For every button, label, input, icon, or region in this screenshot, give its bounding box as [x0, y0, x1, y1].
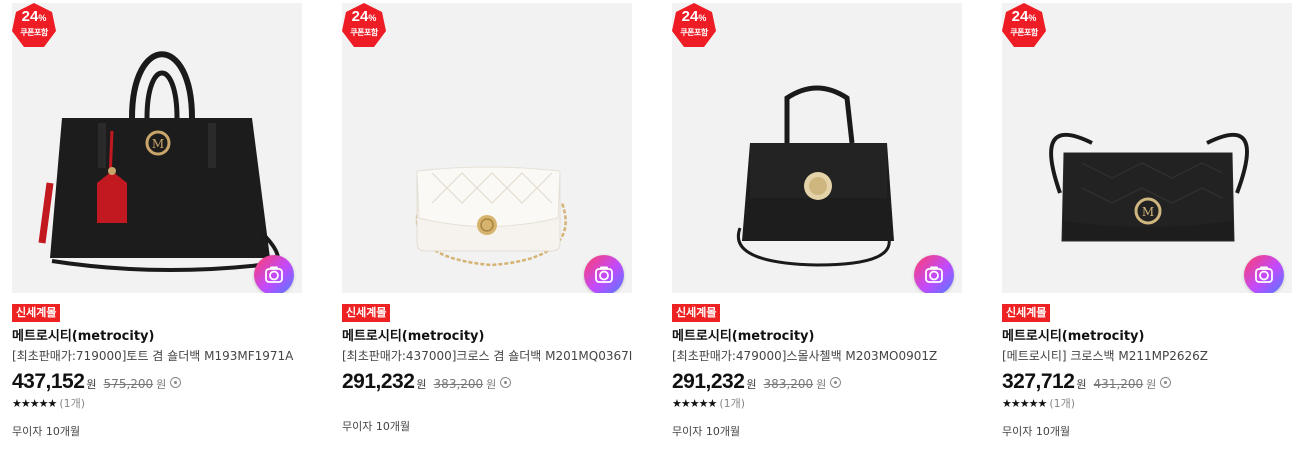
discount-badge-icon: 24% 쿠폰포함	[12, 3, 56, 51]
original-price-unit: 원	[1146, 378, 1157, 391]
sale-price: 437,152	[12, 370, 85, 393]
info-circle-icon[interactable]	[830, 377, 842, 388]
price-row: 291,232 원 383,200 원	[342, 370, 632, 394]
product-image[interactable]: M 24% 쿠폰포함	[1002, 3, 1292, 293]
price-unit: 원	[1076, 378, 1087, 391]
price-unit: 원	[416, 378, 427, 391]
star-icon: ★★★★★	[12, 397, 57, 410]
brand-name[interactable]: 메트로시티(metrocity)	[1002, 329, 1292, 345]
product-title[interactable]: [최초판매가:719000]토트 겸 숄더백 M193MF1971A	[12, 348, 302, 364]
original-price: 383,200	[433, 377, 484, 391]
camera-search-icon	[265, 266, 283, 283]
camera-search-button[interactable]	[584, 255, 624, 293]
camera-search-button[interactable]	[1244, 255, 1284, 293]
original-price: 383,200	[763, 377, 814, 391]
product-title[interactable]: [메트로시티] 크로스백 M211MP2626Z	[1002, 348, 1292, 364]
product-title[interactable]: [최초판매가:479000]스몰사첼백 M203MO0901Z	[672, 348, 962, 364]
product-card[interactable]: 24% 쿠폰포함 신세계몰 메트로시티(metrocity) [최초판매가:43…	[342, 3, 632, 434]
price-row: 437,152 원 575,200 원	[12, 370, 302, 394]
rating	[342, 395, 632, 401]
brand-name[interactable]: 메트로시티(metrocity)	[672, 329, 962, 345]
product-card[interactable]: M 24% 쿠폰포함 신세계몰 메트로시티(metrocity) [최초판매가:…	[12, 3, 302, 439]
installment-info: 무이자 10개월	[1002, 425, 1071, 438]
installment-info: 무이자 10개월	[342, 420, 411, 433]
camera-search-icon	[595, 266, 613, 283]
camera-search-icon	[1255, 266, 1273, 283]
rating: ★★★★★ (1개)	[672, 395, 962, 411]
coupon-label: 쿠폰포함	[20, 28, 48, 37]
discount-badge-icon: 24% 쿠폰포함	[342, 3, 386, 51]
product-title[interactable]: [최초판매가:437000]크로스 겸 숄더백 M201MQ0367I	[342, 348, 632, 364]
product-image[interactable]: 24% 쿠폰포함	[672, 3, 962, 293]
review-count: (1개)	[1049, 397, 1076, 410]
price-unit: 원	[746, 378, 757, 391]
brand-name[interactable]: 메트로시티(metrocity)	[12, 329, 302, 345]
brand-name[interactable]: 메트로시티(metrocity)	[342, 329, 632, 345]
store-tag: 신세계몰	[12, 304, 61, 322]
original-price-unit: 원	[156, 378, 167, 391]
coupon-label: 쿠폰포함	[680, 28, 708, 37]
review-count: (1개)	[719, 397, 746, 410]
camera-search-button[interactable]	[914, 255, 954, 293]
installment-info: 무이자 10개월	[672, 425, 741, 438]
discount-percent: 24%	[681, 8, 707, 25]
original-price-unit: 원	[486, 378, 497, 391]
original-price-unit: 원	[816, 378, 827, 391]
sale-price: 291,232	[342, 370, 415, 393]
product-card[interactable]: M 24% 쿠폰포함 신세계몰 메트로시티(metrocity) [메트로시티]…	[1002, 3, 1292, 439]
rating: ★★★★★ (1개)	[12, 395, 302, 411]
product-image[interactable]: M 24% 쿠폰포함	[12, 3, 302, 293]
discount-percent: 24%	[1011, 8, 1037, 25]
review-count: (1개)	[59, 397, 86, 410]
sale-price: 291,232	[672, 370, 745, 393]
coupon-label: 쿠폰포함	[1010, 28, 1038, 37]
store-tag: 신세계몰	[342, 304, 391, 322]
discount-badge-icon: 24% 쿠폰포함	[672, 3, 716, 51]
info-circle-icon[interactable]	[1160, 377, 1172, 388]
product-card[interactable]: 24% 쿠폰포함 신세계몰 메트로시티(metrocity) [최초판매가:47…	[672, 3, 962, 439]
rating: ★★★★★ (1개)	[1002, 395, 1292, 411]
svg-text:M: M	[1142, 205, 1154, 219]
info-circle-icon[interactable]	[500, 377, 512, 388]
star-icon: ★★★★★	[1002, 397, 1047, 410]
store-tag: 신세계몰	[1002, 304, 1051, 322]
original-price: 575,200	[103, 377, 154, 391]
sale-price: 327,712	[1002, 370, 1075, 393]
store-tag: 신세계몰	[672, 304, 721, 322]
svg-text:M: M	[152, 137, 164, 151]
installment-info: 무이자 10개월	[12, 425, 81, 438]
discount-percent: 24%	[21, 8, 47, 25]
info-circle-icon[interactable]	[170, 377, 182, 388]
original-price: 431,200	[1093, 377, 1144, 391]
product-grid: M 24% 쿠폰포함 신세계몰 메트로시티(metrocity) [최초판매가:…	[0, 0, 1300, 457]
camera-search-icon	[925, 266, 943, 283]
product-image[interactable]: 24% 쿠폰포함	[342, 3, 632, 293]
coupon-label: 쿠폰포함	[350, 28, 378, 37]
price-row: 327,712 원 431,200 원	[1002, 370, 1292, 394]
camera-search-button[interactable]	[254, 255, 294, 293]
discount-badge-icon: 24% 쿠폰포함	[1002, 3, 1046, 51]
price-row: 291,232 원 383,200 원	[672, 370, 962, 394]
price-unit: 원	[86, 378, 97, 391]
star-icon: ★★★★★	[672, 397, 717, 410]
discount-percent: 24%	[351, 8, 377, 25]
